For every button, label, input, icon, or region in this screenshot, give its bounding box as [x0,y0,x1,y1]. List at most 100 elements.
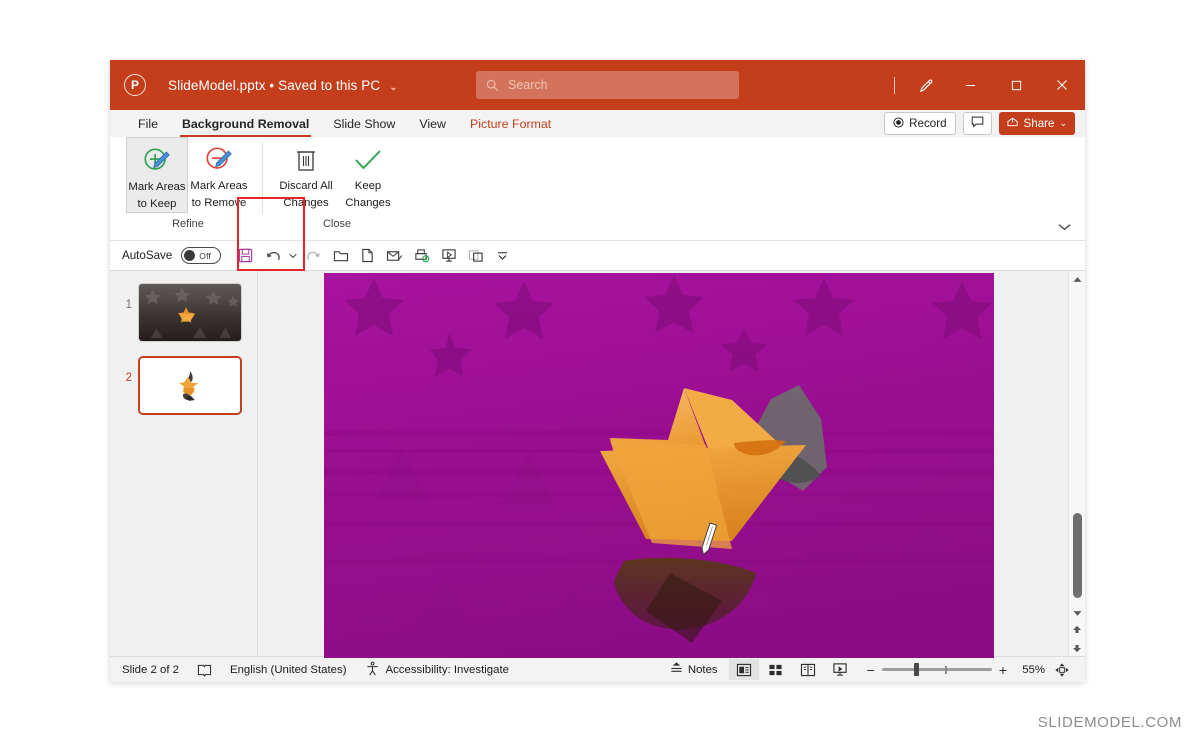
accessibility-checker[interactable]: Accessibility: Investigate [356,661,518,679]
powerpoint-window: P SlideModel.pptx • Saved to this PC ⌄ S… [110,60,1085,682]
title-bar: P SlideModel.pptx • Saved to this PC ⌄ [110,60,1085,110]
minimize-button[interactable] [947,60,993,110]
vertical-scrollbar[interactable] [1068,271,1085,656]
thumbnail-image-1[interactable] [138,283,242,342]
fit-to-window-icon[interactable] [1047,659,1077,680]
slide-indicator[interactable]: Slide 2 of 2 [122,664,188,676]
zoom-in-button[interactable]: + [999,662,1007,678]
redo-icon[interactable] [301,244,326,268]
keep-changes-label-2: Changes [345,196,391,209]
scroll-down-arrow[interactable] [1069,605,1086,622]
close-button[interactable] [1039,60,1085,110]
checkmark-icon [353,143,383,177]
document-title[interactable]: SlideModel.pptx • Saved to this PC ⌄ [168,78,398,93]
next-slide-button[interactable] [1069,639,1086,656]
zoom-control[interactable]: − + [867,662,1007,678]
search-icon [486,79,499,92]
new-file-icon[interactable] [355,244,380,268]
tab-file[interactable]: File [128,114,168,134]
customize-toolbar-icon[interactable] [490,244,515,268]
scroll-up-arrow[interactable] [1069,271,1086,288]
discard-all-changes-button[interactable]: Discard All Changes [275,137,337,211]
document-save-state: • Saved to this PC [269,77,381,93]
zoom-slider-handle[interactable] [913,663,919,676]
slide-sorter-icon[interactable] [761,659,791,680]
reading-view-icon[interactable] [793,659,823,680]
trash-icon [293,143,319,177]
language-label: English (United States) [230,663,347,676]
thumbnail-pane-scrollbar[interactable] [252,271,257,656]
search-input[interactable] [508,78,708,92]
thumbnail-number-2: 2 [125,372,132,384]
ribbon-group-refine: Mark Areas to Keep Mark Areas to Remove [126,137,250,240]
share-button[interactable]: Share ⌄ [998,112,1075,135]
open-folder-icon[interactable] [328,244,353,268]
quick-print-icon[interactable] [409,244,434,268]
zoom-out-button[interactable]: − [867,662,875,678]
thumbnail-image-2[interactable] [138,356,242,415]
tab-slide-show[interactable]: Slide Show [323,114,405,134]
slide-editing-area [258,271,1085,658]
notes-label: Notes [687,663,718,676]
zoom-level-label: 55% [1022,663,1045,676]
thumbnail-slide-1[interactable]: 1 [110,283,257,342]
autosave-label: AutoSave [122,249,173,262]
undo-dropdown-chevron-down-icon[interactable] [287,244,299,268]
background-removal-preview[interactable] [324,273,994,658]
document-name: SlideModel.pptx [168,77,266,93]
previous-slide-button[interactable] [1069,622,1086,639]
undo-icon[interactable] [260,244,285,268]
ribbon-group-label-close: Close [322,218,352,230]
autosave-toggle-knob [184,250,196,261]
scrollbar-thumb[interactable] [1072,513,1082,598]
start-slideshow-icon[interactable] [436,244,461,268]
quick-access-toolbar: AutoSave Off [110,241,1085,271]
language-indicator[interactable]: English (United States) [221,664,356,676]
scrollbar-track[interactable] [1069,288,1086,605]
mark-remove-label-2: to Remove [191,196,247,209]
document-chevron-down-icon[interactable]: ⌄ [389,82,397,93]
watermark: SLIDEMODEL.COM [1037,714,1182,731]
keep-changes-button[interactable]: Keep Changes [337,137,399,211]
discard-label-1: Discard All [279,180,333,192]
ribbon: Mark Areas to Keep Mark Areas to Remove [110,137,1085,241]
slide-indicator-label: Slide 2 of 2 [122,663,179,676]
title-divider [894,76,895,94]
slide-2-preview [140,358,240,413]
ribbon-group-close: Discard All Changes Keep Changes Close [275,137,399,240]
mark-areas-to-remove-button[interactable]: Mark Areas to Remove [188,137,250,211]
email-icon[interactable] [382,244,407,268]
zoom-slider-track[interactable] [881,663,992,676]
save-icon[interactable] [233,244,258,268]
work-area: 1 2 [110,271,1085,658]
record-button[interactable]: Record [884,112,956,135]
notes-button[interactable]: Notes [660,661,727,678]
slideshow-view-icon[interactable] [825,659,855,680]
spellcheck-icon[interactable] [188,663,221,677]
normal-view-icon[interactable] [728,659,759,680]
share-chevron-down-icon[interactable]: ⌄ [1059,118,1067,129]
comment-icon [971,116,984,131]
comments-button[interactable] [962,112,992,135]
ribbon-actions: Record Share ⌄ [884,112,1085,135]
maximize-button[interactable] [993,60,1039,110]
tab-picture-format[interactable]: Picture Format [460,114,561,134]
slide-1-preview [139,284,241,341]
mark-remove-label-1: Mark Areas [190,180,248,192]
ribbon-collapse-chevron-down-icon[interactable] [1058,222,1071,234]
ribbon-group-label-refine: Refine [172,218,204,230]
slide-canvas[interactable] [324,273,994,658]
tab-view[interactable]: View [409,114,456,134]
thumbnail-slide-2[interactable]: 2 [110,356,257,415]
duplicate-icon[interactable] [463,244,488,268]
status-bar-right: Notes − + 55% [660,659,1077,680]
status-bar: Slide 2 of 2 English (United States) Acc… [110,656,1085,682]
pen-icon[interactable] [905,60,947,110]
slide-thumbnail-pane[interactable]: 1 2 [110,271,258,656]
mark-areas-to-keep-button[interactable]: Mark Areas to Keep [126,137,188,213]
autosave-toggle[interactable]: Off [181,247,222,264]
search-box[interactable] [476,71,739,99]
mark-keep-label-1: Mark Areas [128,181,186,193]
mark-keep-icon [142,144,172,178]
tab-background-removal[interactable]: Background Removal [172,114,319,137]
